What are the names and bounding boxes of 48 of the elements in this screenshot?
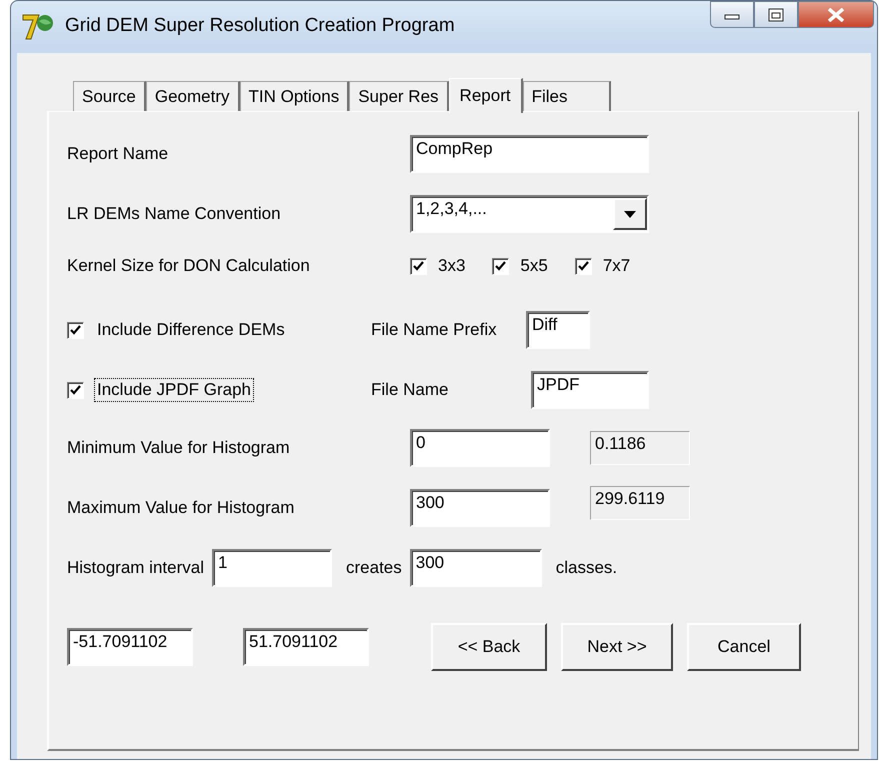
input-field[interactable]: Diff	[526, 311, 590, 349]
readonly-field: 299.6119	[590, 486, 690, 520]
tab[interactable]: Source	[73, 81, 146, 111]
input-field[interactable]: 0	[410, 429, 550, 467]
field-label: creates	[346, 558, 402, 578]
checkbox-label[interactable]: 7x7	[600, 254, 634, 278]
checkbox[interactable]	[574, 258, 592, 274]
field-label: Report Name	[67, 144, 170, 164]
dropdown[interactable]: 1,2,3,4,...	[410, 195, 649, 233]
checkbox[interactable]	[410, 258, 427, 274]
tab[interactable]: Report	[448, 78, 523, 113]
input-field[interactable]: -51.7091102	[67, 628, 193, 666]
tab[interactable]: Geometry	[146, 81, 240, 111]
checkbox[interactable]	[67, 382, 84, 398]
window-title: Grid DEM Super Resolution Creation Program	[65, 15, 455, 37]
input-field[interactable]: 1	[212, 549, 332, 587]
input-field[interactable]: 300	[410, 549, 542, 587]
close-button[interactable]	[798, 1, 874, 28]
checkbox[interactable]	[67, 322, 84, 338]
input-field[interactable]: CompRep	[410, 135, 649, 173]
maximize-icon	[768, 8, 784, 22]
checkbox-label[interactable]: Include Difference DEMs	[94, 318, 288, 342]
field-label: classes.	[556, 558, 618, 578]
checkbox-label[interactable]: Include JPDF Graph	[94, 378, 254, 402]
tab[interactable]: Super Res	[349, 81, 449, 111]
dialog-button[interactable]: Next >>	[561, 623, 673, 671]
dialog-button[interactable]: Cancel	[687, 623, 801, 671]
input-field[interactable]: JPDF	[531, 371, 649, 409]
dialog-button[interactable]: << Back	[431, 623, 547, 671]
input-field[interactable]: 300	[410, 489, 550, 527]
field-label: File Name	[371, 380, 450, 400]
close-icon	[827, 8, 845, 22]
field-label: Kernel Size for DON Calculation	[67, 256, 311, 276]
field-label: LR DEMs Name Convention	[67, 204, 282, 224]
tab[interactable]: TIN Options	[240, 81, 350, 111]
checkbox-label[interactable]: 5x5	[517, 254, 551, 278]
tab[interactable]: Files	[522, 81, 612, 111]
field-label: Minimum Value for Histogram	[67, 438, 291, 458]
checkbox-label[interactable]: 3x3	[435, 254, 468, 278]
field-label: Maximum Value for Histogram	[67, 498, 296, 518]
checkbox[interactable]	[492, 258, 510, 274]
field-label: Histogram interval	[67, 558, 204, 578]
field-label: File Name Prefix	[371, 320, 498, 340]
readonly-field: 0.1186	[590, 431, 690, 465]
minimize-button[interactable]	[710, 1, 754, 28]
caret-icon	[624, 210, 636, 218]
maximize-button[interactable]	[754, 1, 798, 28]
input-field[interactable]: 51.7091102	[243, 628, 369, 666]
